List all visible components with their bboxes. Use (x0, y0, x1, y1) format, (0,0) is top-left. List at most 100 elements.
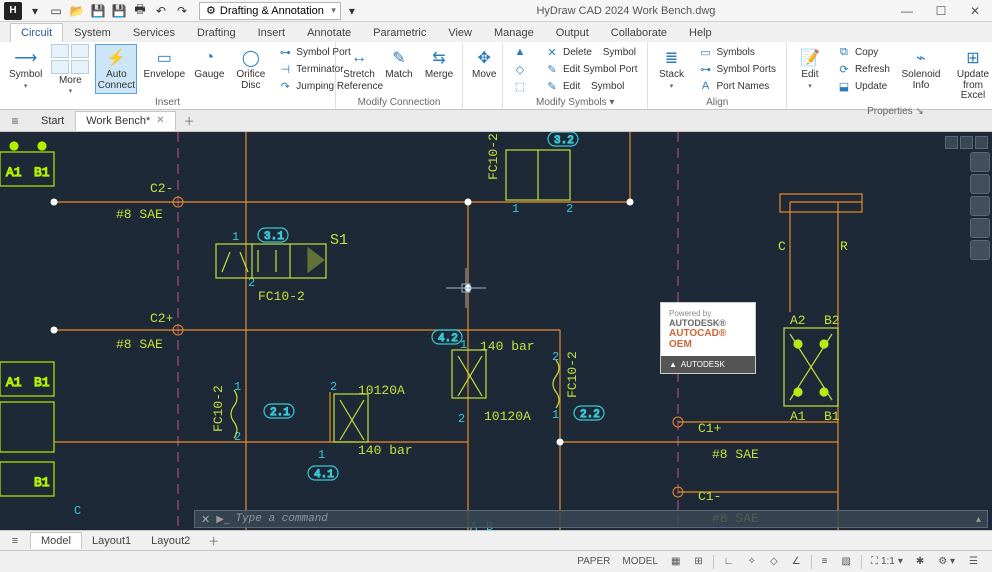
update-from-excel-button[interactable]: ⊞Update from Excel (948, 44, 992, 105)
stack-button[interactable]: ≣Stack▾ (654, 44, 688, 93)
snap-toggle-icon[interactable]: ⊞ (688, 554, 708, 570)
tab-system[interactable]: System (63, 23, 122, 42)
undo-icon[interactable]: ↶ (151, 2, 171, 20)
nav-cube-icon[interactable] (970, 152, 990, 172)
tab-manage[interactable]: Manage (483, 23, 545, 42)
solenoid-info-button[interactable]: ⌁Solenoid Info (900, 44, 942, 94)
nav-pan-icon[interactable] (970, 174, 990, 194)
workspace-dropdown[interactable]: ⚙Drafting & Annotation (199, 2, 341, 20)
layout-model[interactable]: Model (30, 532, 82, 549)
gauge-button[interactable]: ◔Gauge (191, 44, 227, 84)
tab-parametric[interactable]: Parametric (362, 23, 437, 42)
vp-min-icon[interactable] (945, 136, 958, 149)
delete-symbol-button[interactable]: ✕Delete Symbol (541, 44, 641, 60)
minimize-button[interactable]: — (890, 0, 924, 22)
tab-help[interactable]: Help (678, 23, 723, 42)
add-doc-tab-button[interactable]: ＋ (176, 110, 203, 132)
layout-1[interactable]: Layout1 (82, 533, 141, 549)
svg-text:A1: A1 (6, 165, 22, 180)
status-model[interactable]: MODEL (617, 554, 663, 570)
new-icon[interactable]: ▭ (46, 2, 66, 20)
svg-text:3.2: 3.2 (554, 135, 574, 147)
save-icon[interactable]: 💾 (88, 2, 108, 20)
align-symbol-ports-button[interactable]: ⊶Symbol Ports (694, 61, 779, 77)
nav-orbit-icon[interactable] (970, 218, 990, 238)
cmd-close-icon[interactable]: ✕ (201, 513, 210, 526)
maximize-button[interactable]: ☐ (924, 0, 958, 22)
doc-tab-start[interactable]: Start (30, 111, 75, 131)
tab-collaborate[interactable]: Collaborate (600, 23, 678, 42)
otrack-icon[interactable]: ∠ (786, 554, 807, 570)
redo-icon[interactable]: ↷ (172, 2, 192, 20)
doc-menu-icon[interactable]: ≡ (6, 114, 24, 128)
align-symbols-button[interactable]: ▭Symbols (694, 44, 779, 60)
move-button[interactable]: ✥Move (469, 44, 499, 84)
svg-text:1: 1 (552, 408, 559, 422)
vp-close-icon[interactable] (975, 136, 988, 149)
vp-max-icon[interactable] (960, 136, 973, 149)
copy-button[interactable]: ⧉Copy (833, 44, 894, 60)
nav-zoom-icon[interactable] (970, 196, 990, 216)
svg-text:2: 2 (552, 350, 559, 364)
ortho-icon[interactable]: ∟ (718, 554, 740, 570)
polar-icon[interactable]: ✧ (742, 554, 762, 570)
tab-services[interactable]: Services (122, 23, 186, 42)
osnap-icon[interactable]: ◇ (764, 554, 784, 570)
ms-icon-3[interactable]: ⬚ (509, 78, 531, 94)
stretch-button[interactable]: ↔Stretch (342, 44, 376, 84)
tab-drafting[interactable]: Drafting (186, 23, 247, 42)
layout-menu-icon[interactable]: ≡ (6, 535, 24, 547)
close-button[interactable]: ✕ (958, 0, 992, 22)
tab-view[interactable]: View (437, 23, 483, 42)
anno-vis-icon[interactable]: ✱ (910, 554, 930, 570)
nav-wheel-icon[interactable] (970, 240, 990, 260)
add-layout-button[interactable]: ＋ (200, 530, 227, 552)
command-input[interactable] (235, 513, 969, 525)
saveall-icon[interactable]: 💾 (109, 2, 129, 20)
tab-circuit[interactable]: Circuit (10, 23, 63, 42)
cmd-history-icon[interactable]: ▴ (976, 514, 981, 525)
lineweight-icon[interactable]: ≡ (816, 554, 834, 570)
layout-2[interactable]: Layout2 (141, 533, 200, 549)
auto-connect-button[interactable]: ⚡Auto Connect (95, 44, 137, 94)
grid-toggle-icon[interactable]: ▦ (665, 554, 686, 570)
tab-output[interactable]: Output (545, 23, 600, 42)
anno-scale[interactable]: ⛶ 1:1 ▾ (866, 554, 908, 570)
svg-text:B2: B2 (824, 313, 840, 328)
refresh-button[interactable]: ⟳Refresh (833, 61, 894, 77)
insert-mini-gallery[interactable] (51, 44, 89, 74)
print-icon[interactable]: 🖶 (130, 2, 150, 20)
svg-text:FC10-2: FC10-2 (211, 385, 226, 432)
command-line[interactable]: ✕ ▶_ ▴ (194, 510, 988, 528)
svg-text:10120A: 10120A (484, 409, 531, 424)
close-tab-icon[interactable]: ✕ (156, 115, 164, 126)
workspace-menu-icon[interactable]: ▾ (342, 2, 362, 20)
symbol-button[interactable]: ⟶Symbol▾ (6, 44, 45, 93)
drawing-canvas[interactable]: A1 B1 A1 B1 B1 (0, 132, 992, 530)
qat-menu-icon[interactable]: ▾ (25, 2, 45, 20)
doc-tab-workbench[interactable]: Work Bench*✕ (75, 111, 175, 131)
tab-insert[interactable]: Insert (247, 23, 297, 42)
edit-symbol-button[interactable]: ✎Edit Symbol (541, 78, 641, 94)
merge-icon: ⇆ (428, 47, 450, 69)
schematic-svg: A1 B1 A1 B1 B1 (0, 132, 992, 530)
workspace-switch-icon[interactable]: ⚙ ▾ (932, 554, 961, 570)
app-logo[interactable]: H (4, 2, 22, 20)
status-paper[interactable]: PAPER (572, 554, 615, 570)
svg-text:FC10-2: FC10-2 (486, 133, 501, 180)
edit-button[interactable]: 📝Edit▾ (793, 44, 827, 93)
ms-icon-1[interactable]: ▲ (509, 44, 531, 60)
open-icon[interactable]: 📂 (67, 2, 87, 20)
envelope-button[interactable]: ▭Envelope (143, 44, 185, 84)
ms-icon-2[interactable]: ◇ (509, 61, 531, 77)
update-button[interactable]: ⬓Update (833, 78, 894, 94)
orifice-disc-button[interactable]: ◯Orifice Disc (233, 44, 268, 94)
svg-text:1: 1 (232, 230, 239, 244)
transparency-icon[interactable]: ▨ (835, 554, 856, 570)
customize-icon[interactable]: ☰ (963, 554, 984, 570)
align-port-names-button[interactable]: APort Names (694, 78, 779, 94)
match-button[interactable]: ✎Match (382, 44, 416, 84)
merge-button[interactable]: ⇆Merge (422, 44, 456, 84)
tab-annotate[interactable]: Annotate (296, 23, 362, 42)
edit-symbol-port-button[interactable]: ✎Edit Symbol Port (541, 61, 641, 77)
